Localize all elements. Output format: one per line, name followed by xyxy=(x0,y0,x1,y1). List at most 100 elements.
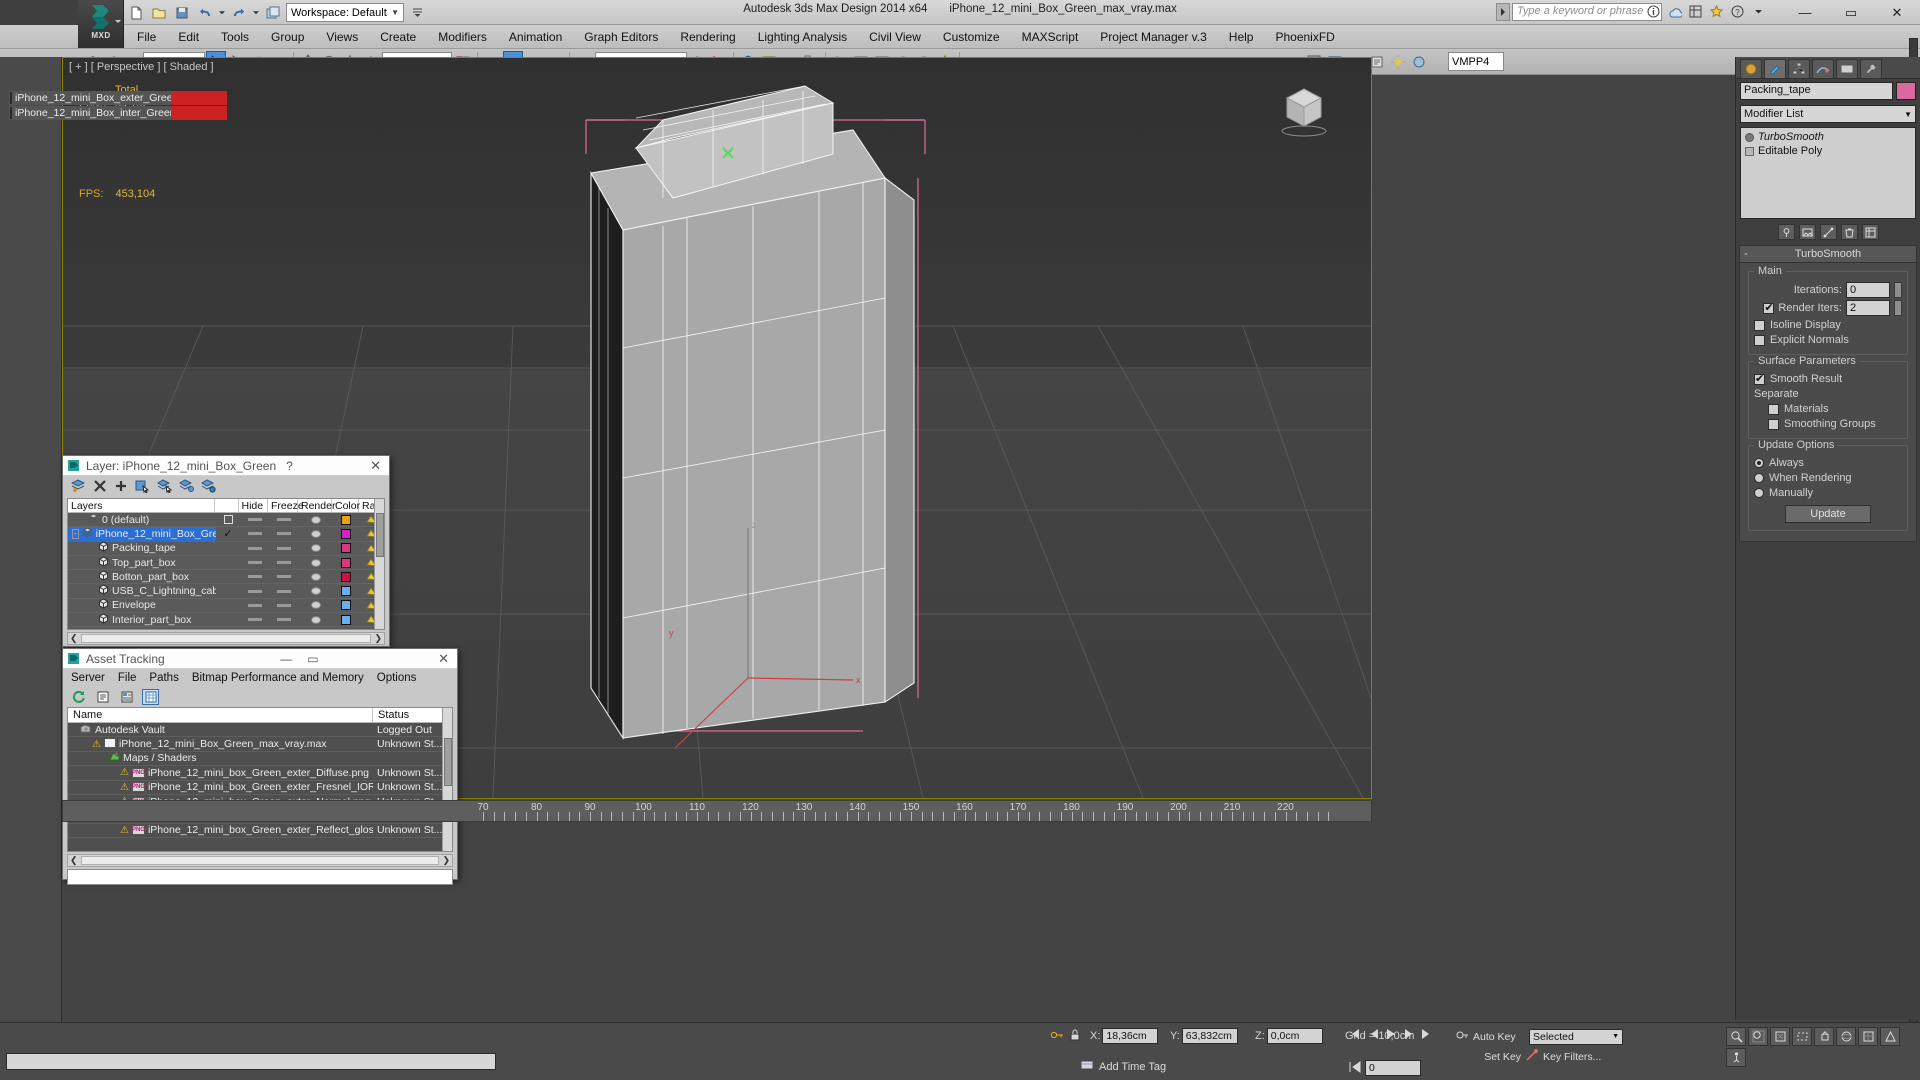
auto-key-toggle-icon[interactable] xyxy=(1455,1028,1469,1045)
layer-name-cell[interactable]: Botton_part_box xyxy=(68,570,216,584)
layer-hide-cell[interactable] xyxy=(240,618,270,622)
orbit-icon[interactable] xyxy=(1836,1027,1856,1046)
key-mode-prev-icon[interactable] xyxy=(1366,1028,1380,1043)
isoline-display-row[interactable]: Isoline Display xyxy=(1754,319,1902,331)
next-frame-icon[interactable] xyxy=(1402,1028,1416,1043)
menu-help[interactable]: Help xyxy=(1218,27,1265,47)
update-when-rendering-row[interactable]: When Rendering xyxy=(1754,472,1902,484)
pan-view-icon[interactable] xyxy=(1814,1027,1834,1046)
add-to-layer-icon[interactable] xyxy=(114,479,128,496)
layer-row[interactable]: -iPhone_12_mini_Box_Green✓ xyxy=(68,526,384,542)
menu-project-manager[interactable]: Project Manager v.3 xyxy=(1089,27,1218,47)
exchange-apps-icon[interactable] xyxy=(1686,2,1705,21)
delete-layer-icon[interactable] xyxy=(93,479,107,496)
layer-freeze-cell[interactable] xyxy=(269,532,299,536)
layer-manager-dialog[interactable]: Layer: iPhone_12_mini_Box_Green ? ✕ Laye… xyxy=(62,455,390,647)
asset-row[interactable]: ⚠ PNG iPhone_12_mini_box_Green_exter_Fresn… xyxy=(68,781,452,795)
paths-view-icon[interactable] xyxy=(118,689,135,705)
list-view-icon[interactable] xyxy=(94,689,111,705)
separate-smoothing-checkbox[interactable] xyxy=(1768,418,1779,430)
pin-stack-icon[interactable] xyxy=(1777,224,1795,240)
update-manually-radio[interactable] xyxy=(1754,488,1764,498)
separate-materials-row[interactable]: Materials xyxy=(1754,403,1902,415)
asset-list-vertical-scrollbar[interactable] xyxy=(442,708,452,851)
layer-row[interactable]: Packing_tape xyxy=(68,541,384,556)
render-preset-combo[interactable]: VMPP4 xyxy=(1448,52,1504,71)
asset-row[interactable]: Autodesk Vault Logged Out xyxy=(68,723,452,738)
update-always-row[interactable]: Always xyxy=(1754,457,1902,469)
redo-icon[interactable] xyxy=(229,3,249,23)
undo-icon[interactable] xyxy=(195,3,215,23)
minimize-icon[interactable]: — xyxy=(275,652,297,666)
layer-render-cell[interactable] xyxy=(299,600,333,610)
asset-row[interactable]: ⚠PNGiPhone_12_mini_box_Green_exter_Refle… xyxy=(68,824,452,839)
key-mode-icon[interactable] xyxy=(1050,1028,1064,1045)
redo-dropdown-icon[interactable] xyxy=(252,3,260,23)
layer-render-cell[interactable] xyxy=(299,515,333,525)
separate-smoothing-row[interactable]: Smoothing Groups xyxy=(1754,418,1902,430)
layer-name-cell[interactable]: Packing_tape xyxy=(68,541,216,555)
y-input[interactable]: 63,832cm xyxy=(1181,1028,1238,1044)
menu-modifiers[interactable]: Modifiers xyxy=(427,27,498,47)
layer-render-cell[interactable] xyxy=(299,529,333,539)
maximize-icon[interactable]: ▭ xyxy=(302,652,323,666)
zoom-icon[interactable] xyxy=(1726,1027,1746,1046)
modifier-stack-item[interactable]: TurboSmooth xyxy=(1741,130,1915,144)
layer-color-cell[interactable] xyxy=(333,528,360,539)
layer-hide-cell[interactable] xyxy=(240,518,270,522)
walkthrough-icon[interactable] xyxy=(1726,1048,1746,1067)
asset-row[interactable]: ⚠ PNG iPhone_12_mini_box_Green_exter_Diffu… xyxy=(68,766,452,781)
layer-color-cell[interactable] xyxy=(333,557,360,568)
layer-color-cell[interactable] xyxy=(333,571,360,582)
view-cube[interactable] xyxy=(1273,76,1335,138)
layer-render-cell[interactable] xyxy=(299,586,333,596)
render-iters-input[interactable]: 2 xyxy=(1846,300,1890,316)
asset-tracking-dialog[interactable]: Asset Tracking — ▭ ✕ Server File Paths B… xyxy=(62,648,458,885)
layer-name-cell[interactable]: Envelope xyxy=(68,598,216,612)
select-highlighted-layer-icon[interactable] xyxy=(157,478,173,496)
save-file-icon[interactable] xyxy=(172,3,192,23)
rollout-collapse-icon[interactable]: - xyxy=(1744,248,1748,260)
layer-hide-cell[interactable] xyxy=(240,546,270,550)
layer-hide-cell[interactable] xyxy=(240,561,270,565)
autodesk-360-icon[interactable] xyxy=(1665,2,1684,21)
x-input[interactable]: 18,36cm xyxy=(1102,1028,1159,1044)
explicit-normals-checkbox[interactable] xyxy=(1754,334,1765,346)
asset-name-cell[interactable]: Maps / Shaders xyxy=(68,751,373,765)
layer-properties-icon[interactable] xyxy=(201,478,216,496)
tab-hierarchy[interactable] xyxy=(1788,59,1810,79)
help-icon[interactable]: ? xyxy=(1728,2,1747,21)
menu-maxscript[interactable]: MAXScript xyxy=(1011,27,1090,47)
asset-list-horizontal-scrollbar[interactable]: ❮ ❯ xyxy=(67,854,453,867)
material-list-item[interactable]: iPhone_12_mini_Box_inter_Green ( VRayMtl… xyxy=(9,106,227,120)
remove-modifier-icon[interactable] xyxy=(1840,224,1858,240)
application-menu-button[interactable]: MXD xyxy=(78,0,124,48)
asset-name-cell[interactable]: ⚠ PNG iPhone_12_mini_box_Green_exter_Fresn… xyxy=(68,781,373,793)
select-objects-in-layer-icon[interactable] xyxy=(135,479,150,496)
layer-dialog-titlebar[interactable]: Layer: iPhone_12_mini_Box_Green ? ✕ xyxy=(63,456,389,476)
smooth-result-row[interactable]: Smooth Result xyxy=(1754,372,1902,385)
minimize-button[interactable]: — xyxy=(1782,0,1828,25)
tab-motion[interactable] xyxy=(1812,59,1834,79)
isoline-display-checkbox[interactable] xyxy=(1754,319,1765,331)
vray-sun-icon[interactable] xyxy=(1388,51,1408,73)
layer-name-cell[interactable]: Top_part_box xyxy=(68,555,216,570)
asset-name-cell[interactable]: ⚠ PNG iPhone_12_mini_box_Green_exter_Diffu… xyxy=(68,767,373,779)
help-icon[interactable]: ? xyxy=(281,459,298,473)
menu-civil-view[interactable]: Civil View xyxy=(858,27,932,47)
menu-lighting-analysis[interactable]: Lighting Analysis xyxy=(747,27,858,47)
menu-tools[interactable]: Tools xyxy=(210,27,260,47)
at-menu-server[interactable]: Server xyxy=(71,672,105,684)
update-manually-row[interactable]: Manually xyxy=(1754,487,1902,499)
smooth-result-checkbox[interactable] xyxy=(1754,372,1765,385)
close-icon[interactable]: ✕ xyxy=(366,458,385,474)
configure-modifier-sets-icon[interactable] xyxy=(1861,224,1879,240)
update-always-radio[interactable] xyxy=(1754,458,1764,468)
field-of-view-icon[interactable] xyxy=(1880,1027,1900,1046)
layer-freeze-cell[interactable] xyxy=(270,518,300,522)
scroll-left-icon[interactable]: ❮ xyxy=(70,633,78,644)
menu-edit[interactable]: Edit xyxy=(167,27,210,47)
menu-group[interactable]: Group xyxy=(260,27,315,47)
new-file-icon[interactable] xyxy=(126,3,146,23)
asset-row[interactable]: Maps / Shaders xyxy=(68,751,452,767)
